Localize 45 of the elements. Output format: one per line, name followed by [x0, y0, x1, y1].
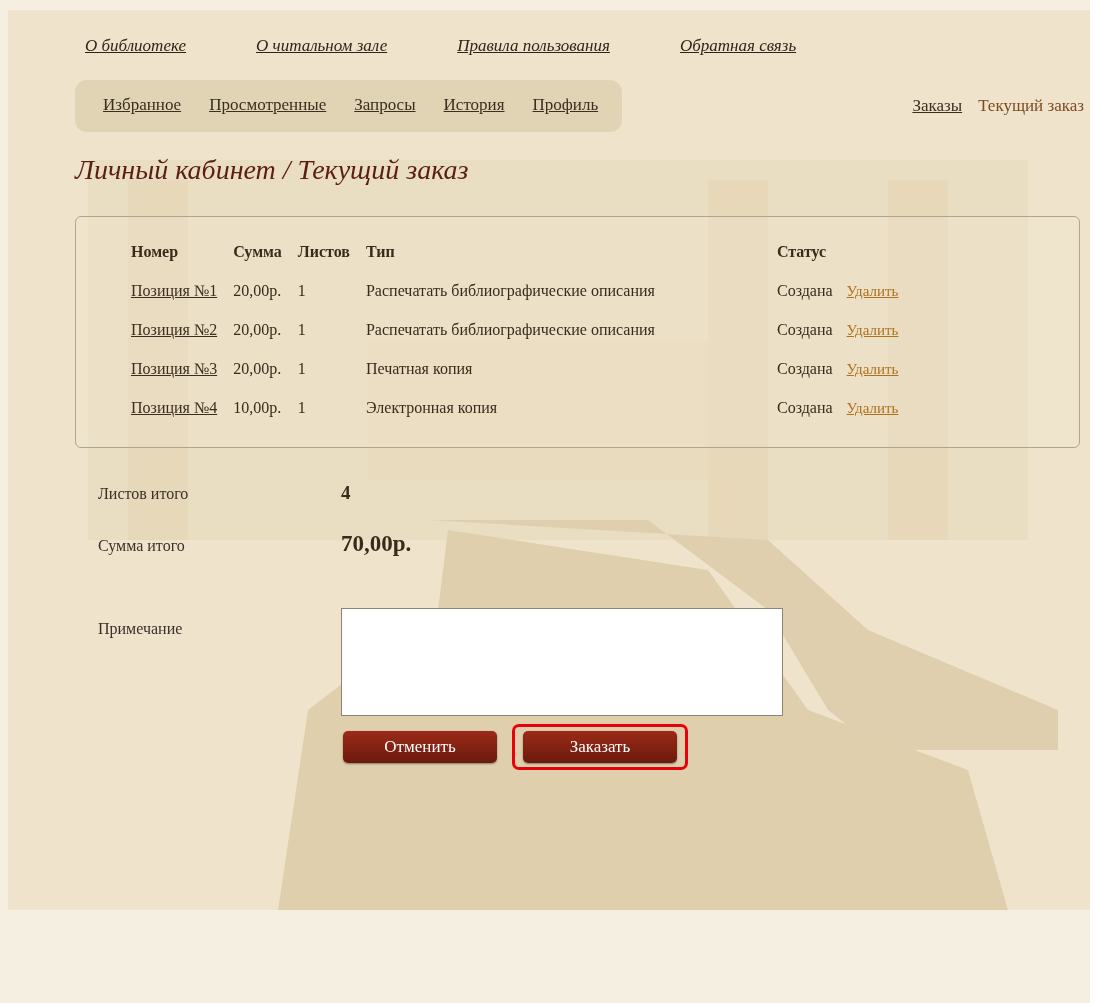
column-header: Номер — [130, 243, 180, 263]
table-cell-text: Электронная копия — [364, 398, 499, 419]
total-value: 70,00р. — [341, 531, 412, 557]
cabinet-nav-link[interactable]: Избранное — [103, 95, 182, 115]
position-link[interactable]: Позиция №1 — [131, 282, 218, 299]
note-label: Примечание — [98, 620, 184, 640]
table-cell-text: 1 — [296, 398, 307, 418]
position-link[interactable]: Позиция №3 — [131, 360, 218, 377]
table-cell-text: 1 — [296, 320, 307, 340]
top-nav-link[interactable]: О библиотеке — [85, 36, 186, 56]
status-text: Создана — [776, 321, 833, 339]
table-cell-text: Распечатать библиографические описания — [364, 281, 656, 302]
position-link[interactable]: Позиция №4 — [131, 399, 218, 416]
cabinet-nav-link[interactable]: Профиль — [532, 95, 599, 115]
action-button[interactable]: Отменить — [343, 731, 497, 763]
table-cell-text: 1 — [296, 281, 307, 301]
page-heading: Личный кабинет / Текущий заказ — [75, 154, 470, 186]
table-cell-text: Печатная копия — [364, 359, 474, 379]
top-nav-link[interactable]: О читальном зале — [256, 36, 388, 56]
total-label: Листов итого — [98, 485, 190, 503]
top-nav-link[interactable]: Обратная связь — [679, 36, 797, 56]
status-text: Создана — [776, 399, 833, 417]
top-nav-link[interactable]: Правила пользования — [457, 36, 610, 56]
table-cell-text: 1 — [296, 359, 307, 379]
cabinet-nav-link[interactable]: Просмотренные — [209, 95, 327, 115]
note-field[interactable] — [341, 608, 783, 716]
action-button[interactable]: Заказать — [523, 731, 677, 763]
table-cell-text: 10,00р. — [232, 398, 283, 419]
status-text: Создана — [776, 360, 833, 378]
status-text: Создана — [776, 282, 833, 300]
table-cell-text: 20,00р. — [232, 320, 283, 341]
order-tab[interactable]: Текущий заказ — [978, 96, 1084, 116]
column-header: Тип — [364, 243, 396, 262]
column-header: Статус — [775, 243, 828, 263]
column-header: Сумма — [232, 243, 283, 263]
table-cell-text: 20,00р. — [232, 359, 283, 380]
position-link[interactable]: Позиция №2 — [131, 321, 218, 338]
cabinet-nav-link[interactable]: История — [443, 95, 505, 115]
table-cell-text: Распечатать библиографические описания — [364, 320, 656, 341]
order-tab[interactable]: Заказы — [912, 96, 963, 116]
column-header: Листов — [296, 243, 351, 262]
cabinet-nav-link[interactable]: Запросы — [354, 95, 416, 115]
total-label: Сумма итого — [98, 537, 186, 555]
total-value: 4 — [341, 482, 351, 504]
table-cell-text: 20,00р. — [232, 281, 283, 302]
